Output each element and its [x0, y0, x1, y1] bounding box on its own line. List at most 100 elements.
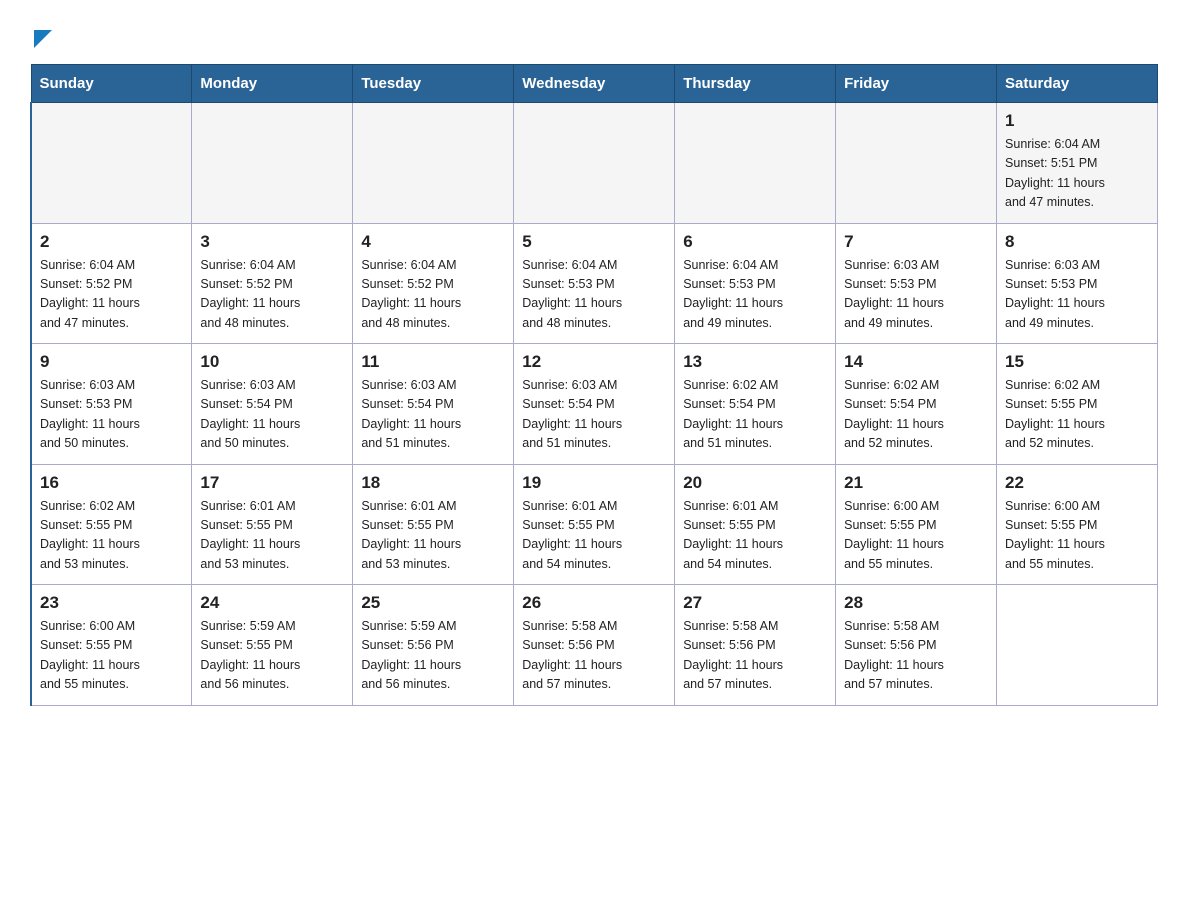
day-number: 24: [200, 593, 344, 613]
calendar-cell: 25 Sunrise: 5:59 AM Sunset: 5:56 PM Dayli…: [353, 585, 514, 706]
calendar-cell: 5 Sunrise: 6:04 AM Sunset: 5:53 PM Daylig…: [514, 223, 675, 344]
day-info: Sunrise: 6:00 AM Sunset: 5:55 PM Dayligh…: [1005, 497, 1149, 575]
calendar-table: SundayMondayTuesdayWednesdayThursdayFrid…: [30, 64, 1158, 706]
day-header-wednesday: Wednesday: [514, 65, 675, 103]
calendar-cell: 12 Sunrise: 6:03 AM Sunset: 5:54 PM Dayli…: [514, 344, 675, 465]
calendar-cell: 6 Sunrise: 6:04 AM Sunset: 5:53 PM Daylig…: [675, 223, 836, 344]
day-number: 15: [1005, 352, 1149, 372]
day-number: 27: [683, 593, 827, 613]
calendar-week-1: 1 Sunrise: 6:04 AM Sunset: 5:51 PM Daylig…: [31, 103, 1158, 224]
calendar-cell: 28Sunrise: 5:58 AM Sunset: 5:56 PM Dayli…: [836, 585, 997, 706]
calendar-cell: 16 Sunrise: 6:02 AM Sunset: 5:55 PM Dayli…: [31, 464, 192, 585]
day-header-saturday: Saturday: [997, 65, 1158, 103]
page-header: [30, 20, 1158, 54]
calendar-cell: [514, 103, 675, 224]
day-info: Sunrise: 6:02 AM Sunset: 5:54 PM Dayligh…: [683, 376, 827, 454]
day-info: Sunrise: 6:01 AM Sunset: 5:55 PM Dayligh…: [683, 497, 827, 575]
day-number: 25: [361, 593, 505, 613]
calendar-week-3: 9 Sunrise: 6:03 AM Sunset: 5:53 PM Daylig…: [31, 344, 1158, 465]
day-info: Sunrise: 6:01 AM Sunset: 5:55 PM Dayligh…: [200, 497, 344, 575]
calendar-cell: 15 Sunrise: 6:02 AM Sunset: 5:55 PM Dayli…: [997, 344, 1158, 465]
day-number: 18: [361, 473, 505, 493]
calendar-header-row: SundayMondayTuesdayWednesdayThursdayFrid…: [31, 65, 1158, 103]
calendar-cell: [836, 103, 997, 224]
day-info: Sunrise: 6:02 AM Sunset: 5:55 PM Dayligh…: [1005, 376, 1149, 454]
day-header-monday: Monday: [192, 65, 353, 103]
day-number: 1: [1005, 111, 1149, 131]
calendar-cell: 17 Sunrise: 6:01 AM Sunset: 5:55 PM Dayli…: [192, 464, 353, 585]
calendar-cell: 26Sunrise: 5:58 AM Sunset: 5:56 PM Dayli…: [514, 585, 675, 706]
day-info: Sunrise: 6:04 AM Sunset: 5:52 PM Dayligh…: [40, 256, 183, 334]
day-info: Sunrise: 5:59 AM Sunset: 5:56 PM Dayligh…: [361, 617, 505, 695]
calendar-week-4: 16 Sunrise: 6:02 AM Sunset: 5:55 PM Dayli…: [31, 464, 1158, 585]
calendar-cell: [192, 103, 353, 224]
day-info: Sunrise: 6:04 AM Sunset: 5:52 PM Dayligh…: [361, 256, 505, 334]
day-header-tuesday: Tuesday: [353, 65, 514, 103]
calendar-cell: 10 Sunrise: 6:03 AM Sunset: 5:54 PM Dayli…: [192, 344, 353, 465]
day-number: 6: [683, 232, 827, 252]
calendar-cell: 1 Sunrise: 6:04 AM Sunset: 5:51 PM Daylig…: [997, 103, 1158, 224]
calendar-cell: [31, 103, 192, 224]
day-number: 20: [683, 473, 827, 493]
day-number: 23: [40, 593, 183, 613]
calendar-cell: 14 Sunrise: 6:02 AM Sunset: 5:54 PM Dayli…: [836, 344, 997, 465]
logo: [30, 30, 52, 54]
day-info: Sunrise: 6:03 AM Sunset: 5:54 PM Dayligh…: [200, 376, 344, 454]
day-number: 11: [361, 352, 505, 372]
day-number: 14: [844, 352, 988, 372]
day-info: Sunrise: 6:03 AM Sunset: 5:53 PM Dayligh…: [1005, 256, 1149, 334]
day-header-thursday: Thursday: [675, 65, 836, 103]
day-number: 22: [1005, 473, 1149, 493]
day-number: 16: [40, 473, 183, 493]
calendar-cell: 8 Sunrise: 6:03 AM Sunset: 5:53 PM Daylig…: [997, 223, 1158, 344]
calendar-cell: 13 Sunrise: 6:02 AM Sunset: 5:54 PM Dayli…: [675, 344, 836, 465]
day-info: Sunrise: 6:04 AM Sunset: 5:51 PM Dayligh…: [1005, 135, 1149, 213]
calendar-cell: 23 Sunrise: 6:00 AM Sunset: 5:55 PM Dayli…: [31, 585, 192, 706]
day-info: Sunrise: 6:03 AM Sunset: 5:53 PM Dayligh…: [40, 376, 183, 454]
calendar-cell: 24 Sunrise: 5:59 AM Sunset: 5:55 PM Dayli…: [192, 585, 353, 706]
calendar-cell: 9 Sunrise: 6:03 AM Sunset: 5:53 PM Daylig…: [31, 344, 192, 465]
calendar-cell: 21 Sunrise: 6:00 AM Sunset: 5:55 PM Dayli…: [836, 464, 997, 585]
day-number: 12: [522, 352, 666, 372]
day-number: 4: [361, 232, 505, 252]
day-number: 21: [844, 473, 988, 493]
calendar-cell: 27 Sunrise: 5:58 AM Sunset: 5:56 PM Dayli…: [675, 585, 836, 706]
day-info: Sunrise: 6:02 AM Sunset: 5:55 PM Dayligh…: [40, 497, 183, 575]
day-number: 8: [1005, 232, 1149, 252]
calendar-cell: 19 Sunrise: 6:01 AM Sunset: 5:55 PM Dayli…: [514, 464, 675, 585]
day-number: 9: [40, 352, 183, 372]
day-number: 17: [200, 473, 344, 493]
day-number: 2: [40, 232, 183, 252]
day-info: Sunrise: 6:01 AM Sunset: 5:55 PM Dayligh…: [361, 497, 505, 575]
calendar-week-5: 23 Sunrise: 6:00 AM Sunset: 5:55 PM Dayli…: [31, 585, 1158, 706]
day-number: 3: [200, 232, 344, 252]
calendar-cell: [353, 103, 514, 224]
day-number: 26: [522, 593, 666, 613]
day-info: Sunrise: 5:58 AM Sunset: 5:56 PM Dayligh…: [844, 617, 988, 695]
calendar-cell: [997, 585, 1158, 706]
day-info: Sunrise: 6:03 AM Sunset: 5:53 PM Dayligh…: [844, 256, 988, 334]
day-info: Sunrise: 6:04 AM Sunset: 5:53 PM Dayligh…: [683, 256, 827, 334]
day-info: Sunrise: 6:01 AM Sunset: 5:55 PM Dayligh…: [522, 497, 666, 575]
calendar-cell: 2 Sunrise: 6:04 AM Sunset: 5:52 PM Daylig…: [31, 223, 192, 344]
day-number: 19: [522, 473, 666, 493]
day-number: 10: [200, 352, 344, 372]
day-info: Sunrise: 6:04 AM Sunset: 5:53 PM Dayligh…: [522, 256, 666, 334]
day-info: Sunrise: 6:03 AM Sunset: 5:54 PM Dayligh…: [522, 376, 666, 454]
calendar-cell: 4 Sunrise: 6:04 AM Sunset: 5:52 PM Daylig…: [353, 223, 514, 344]
calendar-cell: 7Sunrise: 6:03 AM Sunset: 5:53 PM Daylig…: [836, 223, 997, 344]
day-info: Sunrise: 5:59 AM Sunset: 5:55 PM Dayligh…: [200, 617, 344, 695]
day-info: Sunrise: 6:04 AM Sunset: 5:52 PM Dayligh…: [200, 256, 344, 334]
day-header-sunday: Sunday: [31, 65, 192, 103]
day-number: 5: [522, 232, 666, 252]
day-number: 13: [683, 352, 827, 372]
day-info: Sunrise: 5:58 AM Sunset: 5:56 PM Dayligh…: [683, 617, 827, 695]
day-info: Sunrise: 6:00 AM Sunset: 5:55 PM Dayligh…: [844, 497, 988, 575]
calendar-cell: 3 Sunrise: 6:04 AM Sunset: 5:52 PM Daylig…: [192, 223, 353, 344]
day-info: Sunrise: 6:00 AM Sunset: 5:55 PM Dayligh…: [40, 617, 183, 695]
day-header-friday: Friday: [836, 65, 997, 103]
day-info: Sunrise: 6:02 AM Sunset: 5:54 PM Dayligh…: [844, 376, 988, 454]
calendar-cell: 11Sunrise: 6:03 AM Sunset: 5:54 PM Dayli…: [353, 344, 514, 465]
calendar-cell: 18 Sunrise: 6:01 AM Sunset: 5:55 PM Dayli…: [353, 464, 514, 585]
calendar-week-2: 2 Sunrise: 6:04 AM Sunset: 5:52 PM Daylig…: [31, 223, 1158, 344]
